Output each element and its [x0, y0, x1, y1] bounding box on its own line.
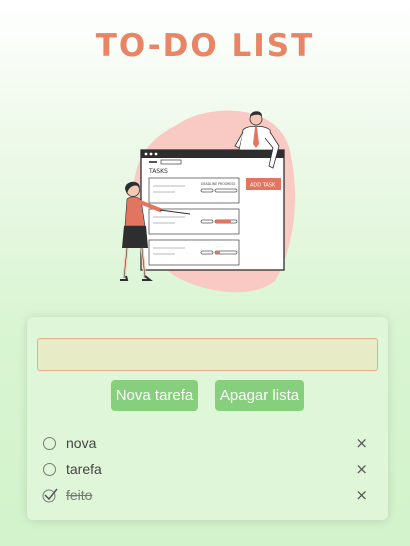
close-icon[interactable]: ×	[355, 486, 368, 504]
radio-icon[interactable]	[43, 462, 56, 476]
tasks-illustration: TASKS DEADLINE PROGRESS ADD TASK	[120, 110, 295, 293]
list-item[interactable]: nova ×	[41, 430, 374, 456]
task-label: feito	[66, 487, 93, 503]
illustration-col-deadline: DEADLINE	[201, 182, 217, 186]
task-label: nova	[66, 435, 97, 451]
todo-card: Nova tarefa Apagar lista nova × tarefa ×…	[27, 317, 388, 520]
close-icon[interactable]: ×	[355, 434, 368, 452]
task-label: tarefa	[66, 461, 102, 477]
check-icon[interactable]	[41, 487, 59, 503]
illustration-add-task-label: ADD TASK	[250, 183, 276, 189]
list-item[interactable]: tarefa ×	[41, 456, 374, 482]
task-input[interactable]	[37, 338, 378, 371]
close-icon[interactable]: ×	[355, 460, 368, 478]
radio-icon[interactable]	[43, 436, 56, 450]
page-title: TO-DO LIST	[95, 28, 315, 64]
list-item[interactable]: feito ×	[41, 482, 374, 508]
illustration-tasks-label: TASKS	[148, 168, 168, 175]
task-list: nova × tarefa × feito ×	[41, 430, 374, 508]
clear-list-button[interactable]: Apagar lista	[215, 380, 304, 411]
new-task-button[interactable]: Nova tarefa	[111, 380, 198, 411]
illustration-col-progress: PROGRESS	[218, 182, 235, 186]
